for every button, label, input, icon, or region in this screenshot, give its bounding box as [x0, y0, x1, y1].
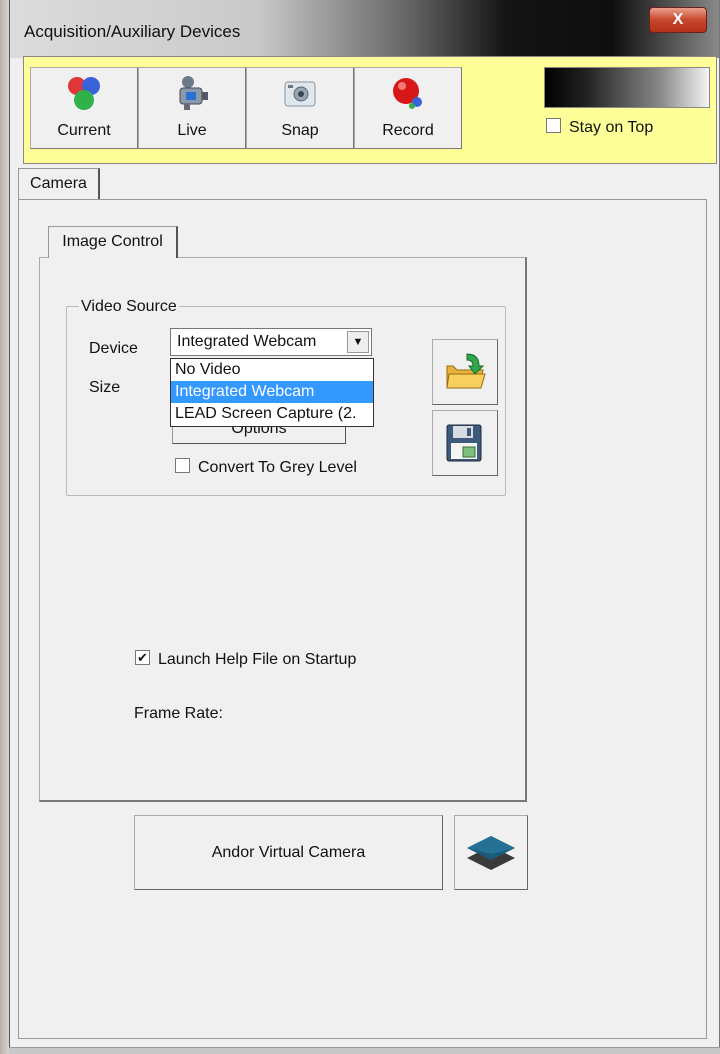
- dropdown-option-integrated-webcam[interactable]: Integrated Webcam: [171, 381, 373, 403]
- window-bottom-border: [9, 1047, 720, 1054]
- window-title: Acquisition/Auxiliary Devices: [24, 22, 241, 41]
- grey-level-label: Convert To Grey Level: [198, 459, 357, 476]
- launch-help-box[interactable]: ✔: [135, 650, 150, 666]
- dropdown-option-no-video[interactable]: No Video: [171, 359, 373, 381]
- andor-virtual-camera-button[interactable]: Andor Virtual Camera: [134, 815, 443, 890]
- launch-help-label: Launch Help File on Startup: [158, 651, 357, 668]
- tab-camera[interactable]: Camera: [18, 168, 100, 200]
- open-folder-icon: [446, 353, 486, 389]
- device-select-value: Integrated Webcam: [177, 333, 317, 350]
- video-camera-icon: [139, 74, 245, 114]
- size-label: Size: [89, 379, 121, 396]
- current-label: Current: [57, 122, 111, 139]
- rgb-circles-icon: [31, 74, 137, 114]
- layers-icon: [467, 836, 515, 870]
- snap-button[interactable]: Snap: [246, 67, 354, 149]
- save-disk-icon: [446, 424, 482, 462]
- device-select[interactable]: Integrated Webcam ▼: [170, 328, 372, 356]
- stay-on-top-checkbox[interactable]: Stay on Top: [546, 118, 654, 137]
- stay-on-top-label: Stay on Top: [569, 119, 654, 136]
- device-dropdown-list: No Video Integrated Webcam LEAD Screen C…: [170, 358, 374, 427]
- launch-help-checkbox[interactable]: ✔ Launch Help File on Startup: [135, 650, 357, 669]
- current-button[interactable]: Current: [30, 67, 138, 149]
- live-button[interactable]: Live: [138, 67, 246, 149]
- grey-level-box[interactable]: [175, 458, 190, 474]
- record-icon: [355, 74, 461, 114]
- record-label: Record: [382, 122, 434, 139]
- toolbar: Current Live Snap Record Stay on Top: [23, 56, 717, 164]
- desktop-edge: [0, 0, 9, 1054]
- frame-rate-label: Frame Rate:: [134, 705, 223, 722]
- open-button[interactable]: [432, 339, 498, 405]
- color-gradient-swatch: [544, 67, 710, 108]
- stay-on-top-box[interactable]: [546, 118, 561, 134]
- chevron-down-icon[interactable]: ▼: [347, 331, 369, 353]
- photo-camera-icon: [247, 74, 353, 114]
- snap-label: Snap: [281, 122, 319, 139]
- grey-level-checkbox[interactable]: Convert To Grey Level: [175, 458, 357, 477]
- video-source-legend: Video Source: [79, 298, 179, 316]
- save-button[interactable]: [432, 410, 498, 476]
- device-label: Device: [89, 340, 138, 357]
- record-button[interactable]: Record: [354, 67, 462, 149]
- live-label: Live: [177, 122, 207, 139]
- title-bar[interactable]: Acquisition/Auxiliary Devices X: [10, 0, 719, 58]
- layers-button[interactable]: [454, 815, 528, 890]
- dropdown-option-lead-screen-capture[interactable]: LEAD Screen Capture (2.: [171, 403, 373, 425]
- tab-image-control[interactable]: Image Control: [48, 226, 178, 258]
- close-button[interactable]: X: [649, 7, 707, 33]
